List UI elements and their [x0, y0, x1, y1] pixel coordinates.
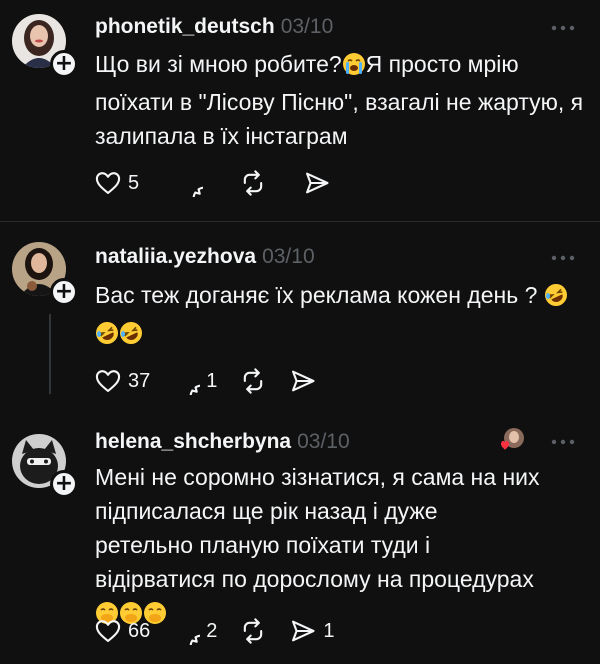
- more-icon[interactable]: [548, 18, 578, 38]
- post-text: Вас теж доганяє їх реклама кожен день ?: [95, 278, 585, 354]
- more-icon[interactable]: [548, 248, 578, 268]
- reply-count: 1: [206, 369, 218, 392]
- post-text: Мені не соромно зізнатися, я сама на них…: [95, 460, 540, 634]
- post-text: Що ви зі мною робите? Я просто мрію поїха…: [95, 47, 585, 153]
- repost-button[interactable]: [239, 167, 267, 199]
- comment-icon: [172, 367, 201, 395]
- action-bar: 66 2 1: [94, 615, 357, 647]
- heart-icon: [94, 617, 122, 645]
- username[interactable]: nataliia.yezhova: [95, 245, 256, 268]
- username[interactable]: phonetik_deutsch: [95, 15, 275, 38]
- comment-icon: [175, 169, 204, 197]
- post-3: + helena_shcherbyna 03/10 Мені не соромно…: [0, 420, 600, 664]
- rofl-face-icon: [95, 320, 119, 354]
- post-2: + nataliia.yezhova 03/10 Вас теж доганяє …: [0, 222, 600, 420]
- share-icon: [289, 367, 317, 395]
- heart-icon: [94, 367, 122, 395]
- more-icon[interactable]: [548, 432, 578, 452]
- repost-icon: [239, 617, 267, 645]
- post-text-part: Вас теж доганяє їх реклама кожен день ?: [95, 282, 544, 308]
- repost-button[interactable]: [239, 615, 267, 647]
- post-text-part: Мені не соромно зізнатися, я сама на них…: [95, 464, 540, 592]
- action-bar: 37 1: [94, 365, 339, 397]
- repost-icon: [239, 169, 267, 197]
- reply-button[interactable]: [175, 167, 204, 199]
- post-1: + phonetik_deutsch 03/10 Що ви зі мною ро…: [0, 0, 600, 220]
- post-date: 03/10: [280, 15, 334, 38]
- heart-icon: [94, 169, 122, 197]
- share-count: 1: [323, 619, 335, 642]
- follow-plus-button[interactable]: +: [50, 470, 78, 498]
- repost-icon: [239, 367, 267, 395]
- share-button[interactable]: 1: [289, 615, 335, 647]
- follow-plus-button[interactable]: +: [50, 50, 78, 78]
- post-header: nataliia.yezhova 03/10: [95, 242, 315, 272]
- share-button[interactable]: [303, 167, 331, 199]
- action-bar: 5: [94, 167, 353, 199]
- share-icon: [303, 169, 331, 197]
- post-header: helena_shcherbyna 03/10: [95, 427, 350, 457]
- like-button[interactable]: 37: [94, 365, 150, 397]
- reply-button[interactable]: 2: [172, 615, 217, 647]
- reply-button[interactable]: 1: [172, 365, 217, 397]
- post-date: 03/10: [262, 245, 315, 268]
- reply-count: 2: [206, 619, 218, 642]
- like-button[interactable]: 66: [94, 615, 150, 647]
- author-liked-avatar: [499, 426, 525, 452]
- like-count: 66: [128, 619, 151, 642]
- avatar-container[interactable]: +: [12, 14, 78, 78]
- like-count: 5: [128, 171, 140, 194]
- post-date: 03/10: [297, 430, 350, 453]
- like-button[interactable]: 5: [94, 167, 139, 199]
- share-icon: [289, 617, 317, 645]
- follow-plus-button[interactable]: +: [50, 278, 78, 306]
- like-count: 37: [128, 369, 151, 392]
- rofl-face-icon: [119, 320, 143, 354]
- post-header: phonetik_deutsch 03/10: [95, 12, 333, 42]
- post-text-part: Що ви зі мною робите?: [95, 51, 342, 77]
- repost-button[interactable]: [239, 365, 267, 397]
- share-button[interactable]: [289, 365, 317, 397]
- username[interactable]: helena_shcherbyna: [95, 430, 291, 453]
- rofl-face-icon: [544, 282, 568, 316]
- thread-line: [49, 314, 51, 394]
- comment-icon: [172, 617, 201, 645]
- avatar-container[interactable]: +: [12, 434, 78, 498]
- avatar-container[interactable]: +: [12, 242, 78, 306]
- crying-face-icon: [342, 51, 366, 85]
